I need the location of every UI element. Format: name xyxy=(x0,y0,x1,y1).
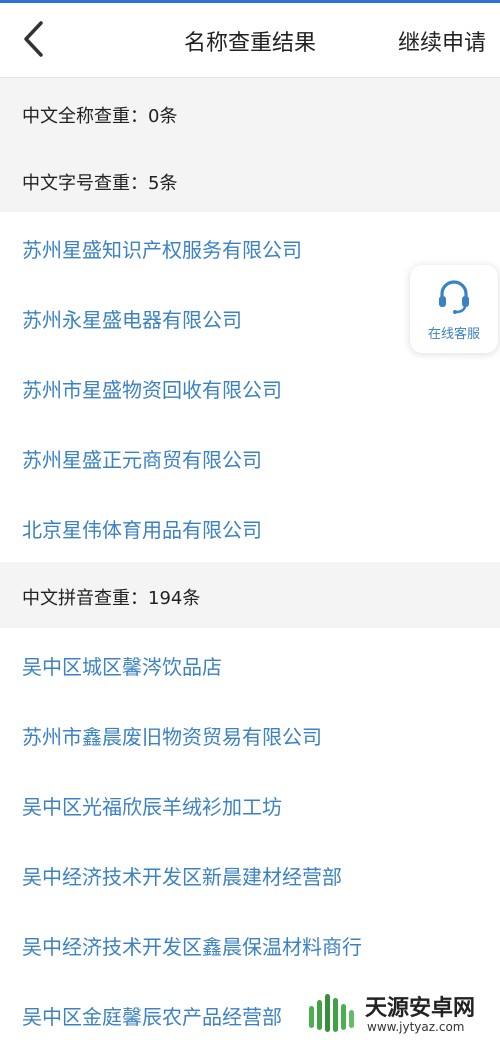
trade-name-check-label: 中文字号查重：5条 xyxy=(22,173,178,194)
watermark-title: 天源安卓网 xyxy=(365,996,476,1021)
pinyin-result-item[interactable]: 吴中区城区馨涔饮品店 xyxy=(22,651,222,680)
section-header-pinyin: 中文拼音查重：194条 xyxy=(0,562,500,628)
trade-name-result-item[interactable]: 苏州星盛知识产权服务有限公司 xyxy=(22,234,302,263)
headset-icon xyxy=(439,280,469,314)
customer-service-label: 在线客服 xyxy=(427,327,480,342)
section-header-top: 中文全称查重：0条 中文字号查重：5条 xyxy=(0,78,500,212)
continue-apply-button[interactable]: 继续申请 xyxy=(398,25,486,57)
pinyin-result-item[interactable]: 苏州市鑫晨废旧物资贸易有限公司 xyxy=(22,721,322,750)
trade-name-result-item[interactable]: 苏州市星盛物资回收有限公司 xyxy=(22,374,282,403)
pinyin-result-item[interactable]: 吴中区光福欣辰羊绒衫加工坊 xyxy=(22,791,282,820)
pinyin-result-item[interactable]: 吴中经济技术开发区鑫晨保温材料商行 xyxy=(22,931,362,960)
header-bar: 名称查重结果 继续申请 xyxy=(0,3,500,78)
trade-name-result-item[interactable]: 苏州星盛正元商贸有限公司 xyxy=(22,444,262,473)
site-watermark: 天源安卓网 www.jytyaz.com xyxy=(305,990,500,1040)
trade-name-result-item[interactable]: 苏州永星盛电器有限公司 xyxy=(22,304,242,333)
online-customer-service-button[interactable]: 在线客服 xyxy=(410,265,498,353)
watermark-url: www.jytyaz.com xyxy=(367,1020,465,1034)
pinyin-result-item[interactable]: 吴中区金庭馨辰农产品经营部 xyxy=(22,1001,282,1030)
trade-name-result-item[interactable]: 北京星伟体育用品有限公司 xyxy=(22,514,262,543)
android-mascot-logo xyxy=(309,994,354,1032)
full-name-check-label: 中文全称查重：0条 xyxy=(22,106,178,127)
pinyin-check-label: 中文拼音查重：194条 xyxy=(22,588,201,609)
pinyin-result-item[interactable]: 吴中经济技术开发区新晨建材经营部 xyxy=(22,861,342,890)
page: 名称查重结果 继续申请 中文全称查重：0条 中文字号查重：5条 苏州星盛知识产权… xyxy=(0,0,500,1040)
